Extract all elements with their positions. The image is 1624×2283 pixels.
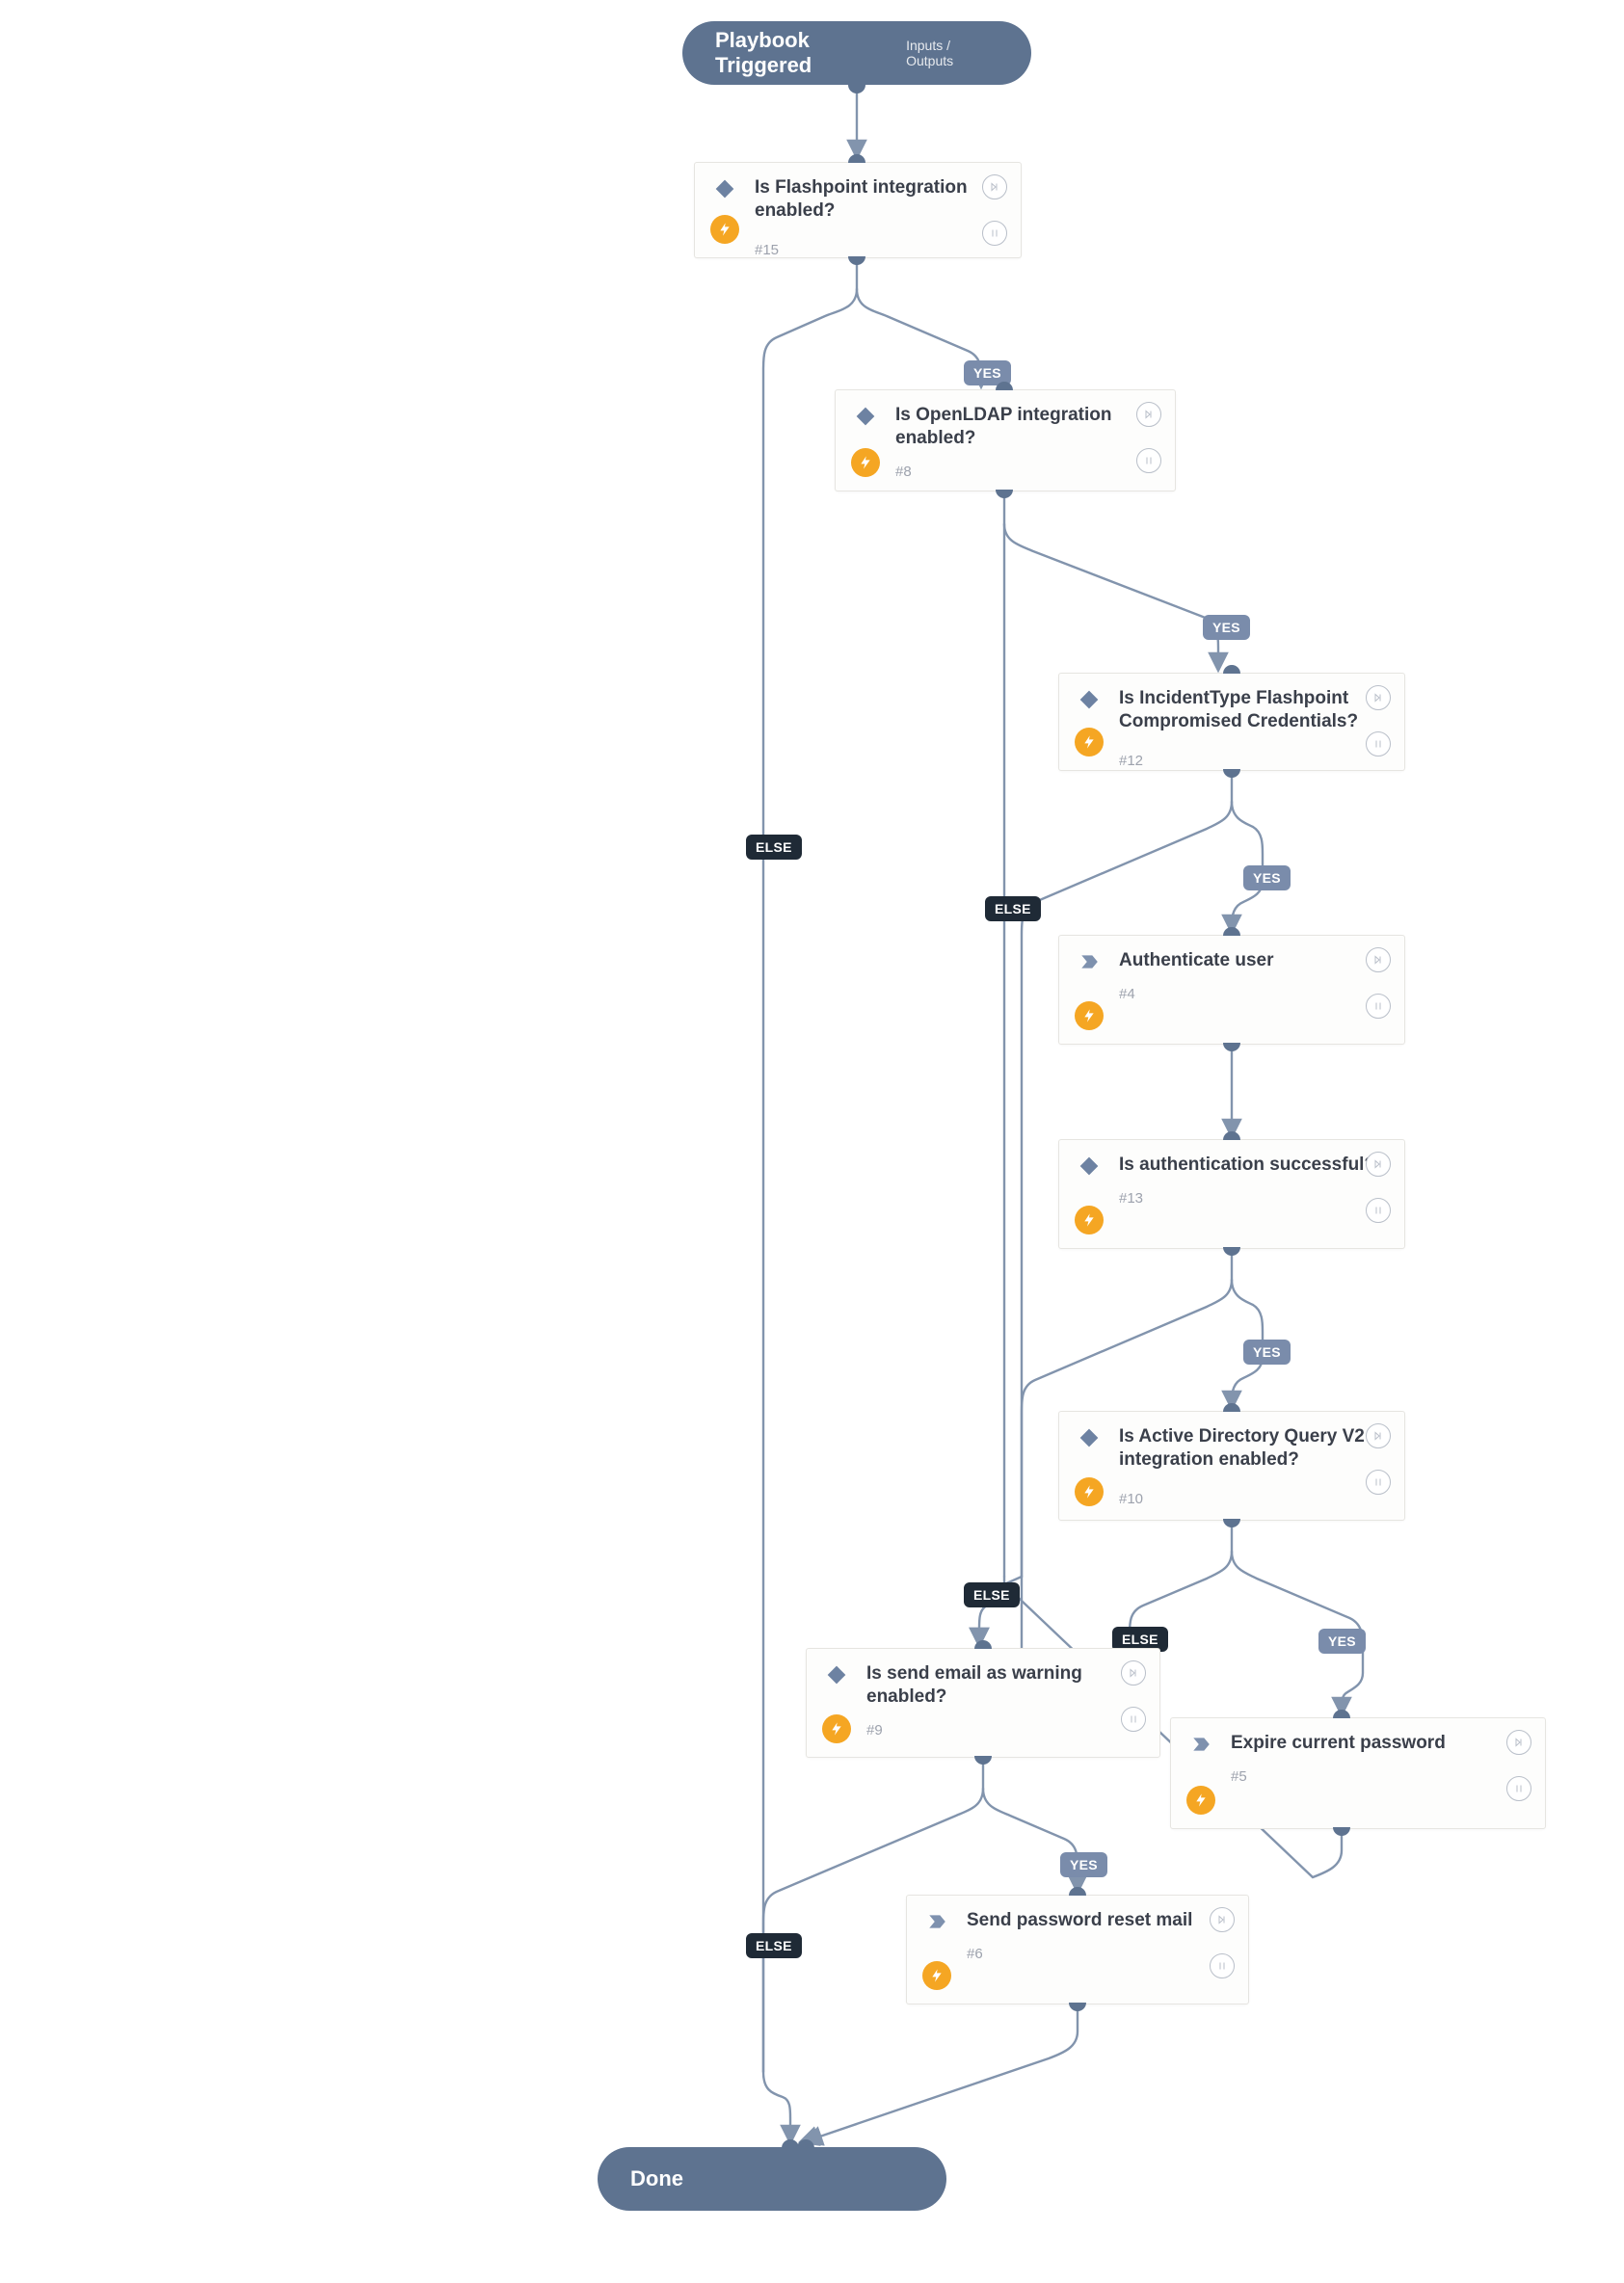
edge-label-yes: YES bbox=[1243, 1340, 1291, 1365]
step-n13[interactable]: Is authentication successful? #13 bbox=[1058, 1139, 1405, 1249]
diamond-icon bbox=[1078, 689, 1100, 710]
arrow-icon bbox=[926, 1911, 947, 1932]
playbook-canvas: Playbook Triggered Inputs / Outputs Is F… bbox=[0, 0, 1624, 2283]
port bbox=[1223, 927, 1240, 936]
bolt-icon bbox=[710, 215, 739, 244]
step-label: Is send email as warning enabled? bbox=[866, 1662, 1142, 1709]
edge-label-yes: YES bbox=[1060, 1852, 1107, 1877]
bolt-icon bbox=[1075, 1001, 1104, 1030]
step-label: Is Active Directory Query V2 integration… bbox=[1119, 1425, 1387, 1472]
port bbox=[1223, 665, 1240, 674]
pause-icon[interactable] bbox=[1366, 731, 1391, 757]
diamond-icon bbox=[714, 178, 735, 199]
pause-icon[interactable] bbox=[1121, 1707, 1146, 1732]
bolt-icon bbox=[922, 1961, 951, 1990]
step-label: Expire current password bbox=[1231, 1732, 1528, 1755]
step-n10[interactable]: Is Active Directory Query V2 integration… bbox=[1058, 1411, 1405, 1521]
port bbox=[996, 490, 1013, 498]
diamond-icon bbox=[826, 1664, 847, 1686]
step-tag: #13 bbox=[1119, 1190, 1387, 1207]
playbook-start[interactable]: Playbook Triggered Inputs / Outputs bbox=[682, 21, 1031, 85]
port bbox=[1333, 1710, 1350, 1718]
skip-icon[interactable] bbox=[1136, 402, 1161, 427]
bolt-icon bbox=[1186, 1786, 1215, 1815]
port bbox=[1223, 1131, 1240, 1140]
skip-icon[interactable] bbox=[982, 174, 1007, 199]
skip-icon[interactable] bbox=[1366, 1423, 1391, 1448]
step-n15[interactable]: Is Flashpoint integration enabled? #15 bbox=[694, 162, 1022, 258]
port bbox=[848, 256, 865, 265]
step-label: Send password reset mail bbox=[967, 1909, 1231, 1932]
step-n4[interactable]: Authenticate user #4 bbox=[1058, 935, 1405, 1045]
skip-icon[interactable] bbox=[1366, 1152, 1391, 1177]
port bbox=[848, 85, 865, 93]
arrow-icon bbox=[1190, 1734, 1211, 1755]
edge-label-else: ELSE bbox=[746, 835, 802, 860]
step-label: Is OpenLDAP integration enabled? bbox=[895, 404, 1158, 450]
pause-icon[interactable] bbox=[1136, 448, 1161, 473]
port bbox=[1223, 1043, 1240, 1051]
bolt-icon bbox=[1075, 728, 1104, 757]
port bbox=[1223, 1247, 1240, 1256]
skip-icon[interactable] bbox=[1366, 685, 1391, 710]
pause-icon[interactable] bbox=[1506, 1776, 1531, 1801]
pause-icon[interactable] bbox=[1366, 1470, 1391, 1495]
diamond-icon bbox=[855, 406, 876, 427]
start-title: Playbook Triggered bbox=[715, 28, 906, 78]
step-n8[interactable]: Is OpenLDAP integration enabled? #8 bbox=[835, 389, 1176, 491]
step-n12[interactable]: Is IncidentType Flashpoint Compromised C… bbox=[1058, 673, 1405, 771]
step-tag: #5 bbox=[1231, 1768, 1528, 1785]
end-title: Done bbox=[630, 2166, 683, 2191]
port bbox=[974, 1756, 992, 1765]
bolt-icon bbox=[851, 448, 880, 477]
port bbox=[1069, 1887, 1086, 1896]
step-tag: #10 bbox=[1119, 1491, 1387, 1507]
port bbox=[797, 2139, 814, 2148]
port bbox=[974, 1640, 992, 1649]
port bbox=[1069, 2003, 1086, 2011]
step-tag: #15 bbox=[755, 242, 1003, 258]
edge-label-else: ELSE bbox=[746, 1933, 802, 1958]
diamond-icon bbox=[1078, 1155, 1100, 1177]
port bbox=[996, 382, 1013, 390]
edge-label-yes: YES bbox=[1243, 865, 1291, 890]
edge-label-else: ELSE bbox=[985, 896, 1041, 921]
step-label: Is IncidentType Flashpoint Compromised C… bbox=[1119, 687, 1387, 733]
pause-icon[interactable] bbox=[1210, 1953, 1235, 1978]
skip-icon[interactable] bbox=[1366, 947, 1391, 972]
step-n6[interactable]: Send password reset mail #6 bbox=[906, 1895, 1249, 2004]
step-tag: #6 bbox=[967, 1946, 1231, 1962]
step-n9[interactable]: Is send email as warning enabled? #9 bbox=[806, 1648, 1160, 1758]
edge-label-yes: YES bbox=[1318, 1629, 1366, 1654]
pause-icon[interactable] bbox=[1366, 1198, 1391, 1223]
skip-icon[interactable] bbox=[1210, 1907, 1235, 1932]
step-label: Is Flashpoint integration enabled? bbox=[755, 176, 1003, 223]
diamond-icon bbox=[1078, 1427, 1100, 1448]
pause-icon[interactable] bbox=[982, 221, 1007, 246]
edge-label-yes: YES bbox=[1203, 615, 1250, 640]
step-tag: #8 bbox=[895, 464, 1158, 480]
step-tag: #9 bbox=[866, 1722, 1142, 1739]
step-tag: #12 bbox=[1119, 753, 1387, 769]
pause-icon[interactable] bbox=[1366, 994, 1391, 1019]
edge-label-else: ELSE bbox=[964, 1582, 1020, 1607]
playbook-end[interactable]: Done bbox=[598, 2147, 946, 2211]
step-label: Is authentication successful? bbox=[1119, 1154, 1387, 1177]
bolt-icon bbox=[822, 1714, 851, 1743]
step-tag: #4 bbox=[1119, 986, 1387, 1002]
start-io[interactable]: Inputs / Outputs bbox=[906, 38, 998, 68]
skip-icon[interactable] bbox=[1506, 1730, 1531, 1755]
port bbox=[1333, 1827, 1350, 1836]
port bbox=[1223, 1519, 1240, 1527]
step-label: Authenticate user bbox=[1119, 949, 1387, 972]
port bbox=[1223, 1403, 1240, 1412]
port bbox=[1223, 769, 1240, 778]
bolt-icon bbox=[1075, 1477, 1104, 1506]
step-n5[interactable]: Expire current password #5 bbox=[1170, 1717, 1546, 1829]
port bbox=[848, 154, 865, 163]
skip-icon[interactable] bbox=[1121, 1660, 1146, 1686]
arrow-icon bbox=[1078, 951, 1100, 972]
bolt-icon bbox=[1075, 1206, 1104, 1234]
